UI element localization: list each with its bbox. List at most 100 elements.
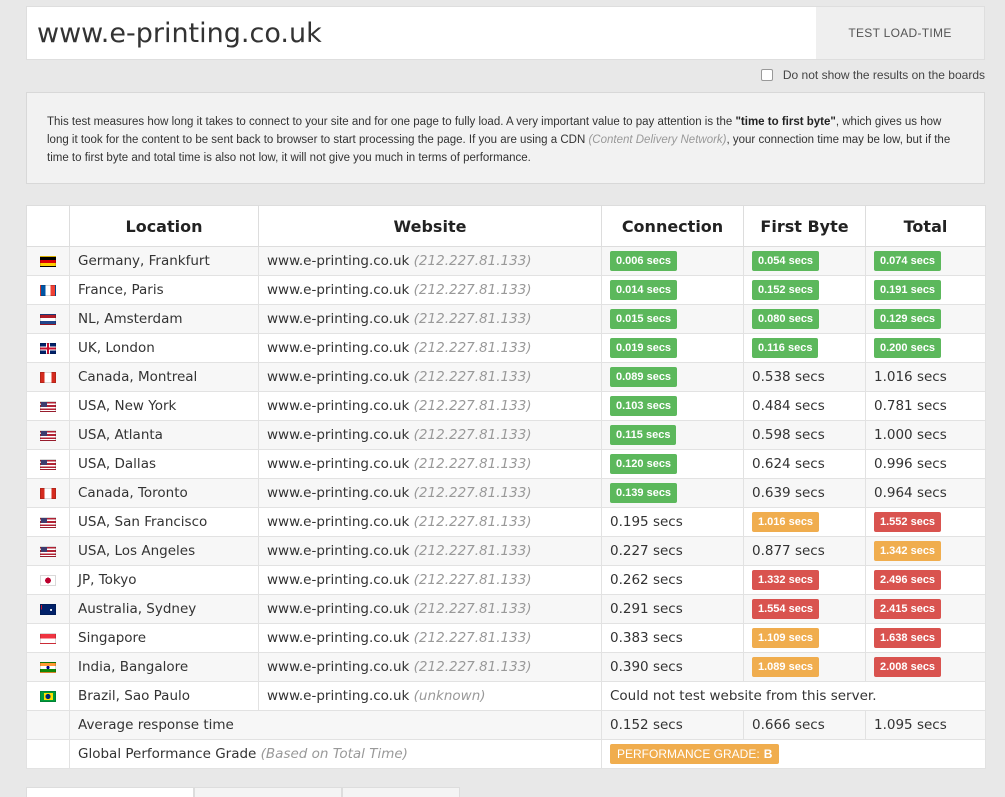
total-cell-badge: 0.129 secs: [874, 309, 942, 329]
website-cell: www.e-printing.co.uk (212.227.81.133): [258, 246, 602, 276]
average-first-byte: 0.666 secs: [743, 710, 866, 740]
connection-cell: 0.390 secs: [601, 652, 744, 682]
first-byte-cell-badge: 0.152 secs: [752, 280, 820, 300]
first-byte-cell: 0.639 secs: [743, 478, 866, 508]
flag-us-icon: [40, 429, 56, 441]
website-cell: www.e-printing.co.uk (unknown): [258, 681, 602, 711]
flag-cell: [26, 449, 70, 479]
table-row: JP, Tokyo www.e-printing.co.uk (212.227.8…: [26, 565, 986, 595]
table-row: Canada, Montreal www.e-printing.co.uk (21…: [26, 362, 986, 392]
website-host: www.e-printing.co.uk: [267, 456, 410, 472]
grade-row: Global Performance Grade (Based on Total…: [26, 739, 986, 769]
location-cell: USA, San Francisco: [69, 507, 259, 537]
first-byte-cell: 0.598 secs: [743, 420, 866, 450]
first-byte-cell-badge: 1.332 secs: [752, 570, 820, 590]
website-ip: (212.227.81.133): [413, 659, 532, 675]
website-ip: (212.227.81.133): [413, 311, 532, 327]
website-ip: (212.227.81.133): [413, 253, 532, 269]
website-cell: www.e-printing.co.uk (212.227.81.133): [258, 391, 602, 421]
website-cell: www.e-printing.co.uk (212.227.81.133): [258, 449, 602, 479]
bottom-tabs: [26, 787, 460, 797]
website-cell: www.e-printing.co.uk (212.227.81.133): [258, 594, 602, 624]
location-cell: Canada, Toronto: [69, 478, 259, 508]
website-cell: www.e-printing.co.uk (212.227.81.133): [258, 420, 602, 450]
table-row: USA, Los Angeles www.e-printing.co.uk (21…: [26, 536, 986, 566]
tab-1[interactable]: [26, 787, 194, 797]
connection-cell: 0.139 secs: [601, 478, 744, 508]
table-row: France, Paris www.e-printing.co.uk (212.2…: [26, 275, 986, 305]
website-host: www.e-printing.co.uk: [267, 514, 410, 530]
total-cell-badge: 1.342 secs: [874, 541, 942, 561]
total-cell: 1.552 secs: [865, 507, 986, 537]
connection-cell: 0.006 secs: [601, 246, 744, 276]
info-text-part1: This test measures how long it takes to …: [47, 116, 736, 128]
flag-au-icon: [40, 603, 56, 615]
website-cell: www.e-printing.co.uk (212.227.81.133): [258, 536, 602, 566]
url-input[interactable]: [27, 7, 817, 59]
grade-label-cell: Global Performance Grade (Based on Total…: [69, 739, 602, 769]
table-row: USA, Atlanta www.e-printing.co.uk (212.22…: [26, 420, 986, 450]
connection-cell-badge: 0.103 secs: [610, 396, 678, 416]
first-byte-cell: 0.484 secs: [743, 391, 866, 421]
connection-cell: 0.089 secs: [601, 362, 744, 392]
website-ip: (212.227.81.133): [413, 427, 532, 443]
hide-results-label: Do not show the results on the boards: [782, 68, 985, 82]
flag-fr-icon: [40, 284, 56, 296]
website-host: www.e-printing.co.uk: [267, 282, 410, 298]
flag-br-icon: [40, 690, 56, 702]
total-cell: 0.191 secs: [865, 275, 986, 305]
flag-cell: [26, 565, 70, 595]
location-cell: NL, Amsterdam: [69, 304, 259, 334]
connection-cell-badge: 0.089 secs: [610, 367, 678, 387]
table-row: USA, San Francisco www.e-printing.co.uk (…: [26, 507, 986, 537]
total-cell: 0.074 secs: [865, 246, 986, 276]
first-byte-cell-badge: 0.116 secs: [752, 338, 819, 358]
table-row: Singapore www.e-printing.co.uk (212.227.8…: [26, 623, 986, 653]
grade-label: Global Performance Grade: [78, 746, 257, 762]
header-total: Total: [865, 205, 986, 247]
connection-cell-badge: 0.006 secs: [610, 251, 678, 271]
website-host: www.e-printing.co.uk: [267, 398, 410, 414]
connection-cell-badge: 0.139 secs: [610, 483, 678, 503]
table-row: USA, New York www.e-printing.co.uk (212.2…: [26, 391, 986, 421]
website-ip: (unknown): [413, 688, 486, 704]
first-byte-cell-badge: 0.054 secs: [752, 251, 820, 271]
location-cell: Singapore: [69, 623, 259, 653]
hide-results-option[interactable]: Do not show the results on the boards: [760, 68, 985, 82]
location-cell: Canada, Montreal: [69, 362, 259, 392]
table-row: UK, London www.e-printing.co.uk (212.227.…: [26, 333, 986, 363]
flag-ca-icon: [40, 371, 56, 383]
total-cell-badge: 0.074 secs: [874, 251, 942, 271]
flag-cell: [26, 507, 70, 537]
first-byte-cell-badge: 0.080 secs: [752, 309, 820, 329]
test-load-time-button[interactable]: TEST LOAD-TIME: [816, 7, 984, 59]
website-host: www.e-printing.co.uk: [267, 369, 410, 385]
header-website: Website: [258, 205, 602, 247]
first-byte-cell: 0.152 secs: [743, 275, 866, 305]
first-byte-cell: 1.554 secs: [743, 594, 866, 624]
website-host: www.e-printing.co.uk: [267, 340, 410, 356]
total-cell-badge: 1.638 secs: [874, 628, 942, 648]
website-host: www.e-printing.co.uk: [267, 543, 410, 559]
total-cell: 0.964 secs: [865, 478, 986, 508]
location-cell: Australia, Sydney: [69, 594, 259, 624]
flag-us-icon: [40, 545, 56, 557]
location-cell: USA, Atlanta: [69, 420, 259, 450]
info-box: This test measures how long it takes to …: [26, 92, 985, 184]
table-row-brazil: Brazil, Sao Paulo www.e-printing.co.uk (…: [26, 681, 986, 711]
header-connection: Connection: [601, 205, 744, 247]
total-cell-badge: 1.552 secs: [874, 512, 942, 532]
hide-results-checkbox[interactable]: [760, 69, 773, 81]
tab-3[interactable]: [342, 787, 460, 797]
url-bar: TEST LOAD-TIME: [26, 6, 985, 60]
website-host: www.e-printing.co.uk: [267, 630, 410, 646]
website-host: www.e-printing.co.uk: [267, 253, 410, 269]
error-message: Could not test website from this server.: [601, 681, 986, 711]
flag-jp-icon: [40, 574, 56, 586]
flag-cell: [26, 333, 70, 363]
website-host: www.e-printing.co.uk: [267, 485, 410, 501]
website-ip: (212.227.81.133): [413, 543, 532, 559]
grade-badge-label: PERFORMANCE GRADE:: [617, 747, 760, 761]
connection-cell-badge: 0.019 secs: [610, 338, 678, 358]
tab-2[interactable]: [194, 787, 342, 797]
